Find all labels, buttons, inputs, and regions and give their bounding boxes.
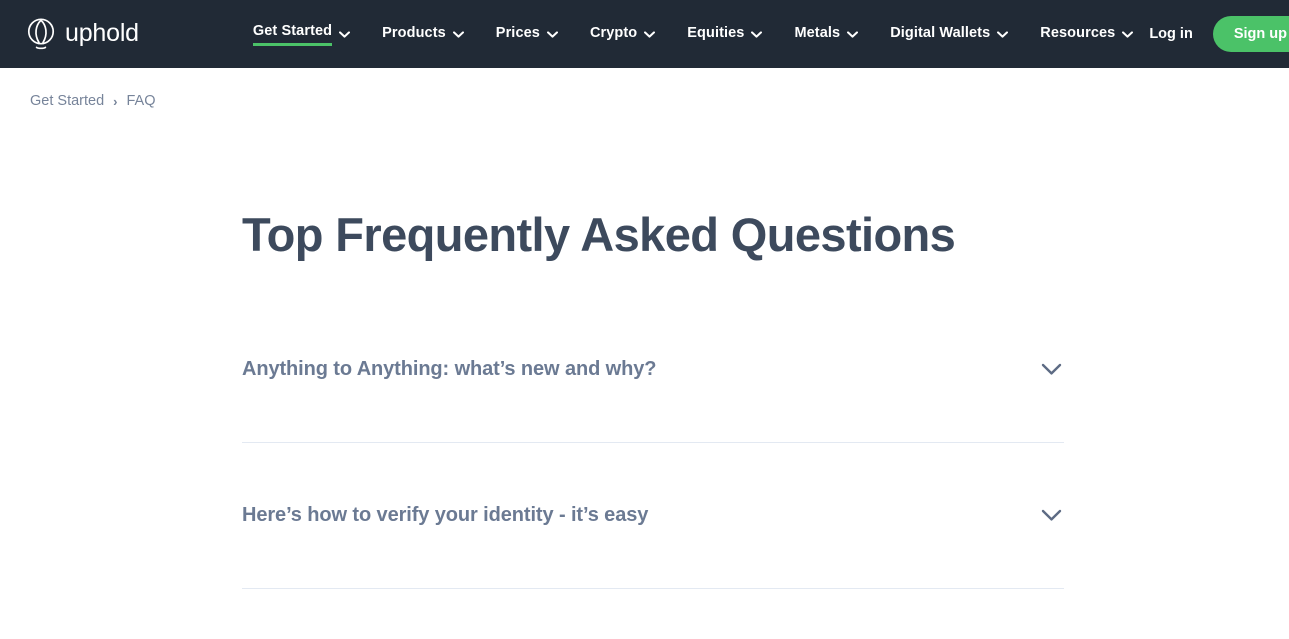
nav-item-get-started[interactable]: Get Started xyxy=(237,0,366,68)
chevron-down-icon xyxy=(546,30,558,38)
nav-item-label: Resources xyxy=(1040,25,1116,41)
chevron-down-icon xyxy=(847,30,859,38)
chevron-down-icon xyxy=(997,30,1009,38)
nav-item-prices[interactable]: Prices xyxy=(480,0,574,68)
nav-item-metals[interactable]: Metals xyxy=(778,0,874,68)
nav-item-digital-wallets[interactable]: Digital Wallets xyxy=(874,0,1024,68)
chevron-down-icon[interactable] xyxy=(1038,356,1064,382)
nav-item-label: Equities xyxy=(687,25,745,41)
site-header: uphold Get Started Products Prices Crypt… xyxy=(0,0,1289,68)
breadcrumb-item-get-started[interactable]: Get Started xyxy=(30,93,104,109)
faq-list: Anything to Anything: what’s new and why… xyxy=(242,345,1064,639)
uphold-logo-mark-icon xyxy=(26,17,56,51)
chevron-down-icon[interactable] xyxy=(1038,502,1064,528)
nav-item-label: Get Started xyxy=(252,23,333,46)
nav-item-label: Digital Wallets xyxy=(890,25,991,41)
faq-item-anything-to-anything[interactable]: Anything to Anything: what’s new and why… xyxy=(242,345,1064,394)
faq-item-verify-identity[interactable]: Here’s how to verify your identity - it’… xyxy=(242,491,1064,540)
page-title: Top Frequently Asked Questions xyxy=(242,208,956,261)
chevron-down-icon xyxy=(1122,30,1134,38)
login-link[interactable]: Log in xyxy=(1149,26,1193,42)
primary-nav: Get Started Products Prices Crypto Equit xyxy=(237,0,1149,68)
nav-item-resources[interactable]: Resources xyxy=(1024,0,1149,68)
nav-item-crypto[interactable]: Crypto xyxy=(574,0,671,68)
header-actions: Log in Sign up xyxy=(1149,16,1289,52)
chevron-down-icon xyxy=(339,30,351,38)
faq-spacer xyxy=(242,394,1064,442)
chevron-down-icon xyxy=(751,30,763,38)
signup-button[interactable]: Sign up xyxy=(1212,16,1289,52)
nav-item-label: Metals xyxy=(794,25,841,41)
nav-item-label: Prices xyxy=(495,25,540,41)
breadcrumb-item-faq[interactable]: FAQ xyxy=(127,93,156,109)
faq-spacer xyxy=(242,589,1064,637)
main-content: Top Frequently Asked Questions Anything … xyxy=(0,209,1289,639)
nav-item-label: Crypto xyxy=(589,25,638,41)
breadcrumb-separator-icon: › xyxy=(113,93,118,109)
nav-item-label: Products xyxy=(382,25,446,41)
nav-item-products[interactable]: Products xyxy=(366,0,480,68)
chevron-down-icon xyxy=(644,30,656,38)
breadcrumb: Get Started › FAQ xyxy=(0,68,1289,109)
brand-name: uphold xyxy=(65,18,139,47)
faq-question: Anything to Anything: what’s new and why… xyxy=(242,357,657,380)
faq-question: Here’s how to verify your identity - it’… xyxy=(242,503,649,526)
chevron-down-icon xyxy=(452,30,464,38)
faq-spacer xyxy=(242,540,1064,588)
brand-logo[interactable]: uphold xyxy=(26,17,139,51)
nav-item-equities[interactable]: Equities xyxy=(671,0,778,68)
faq-spacer xyxy=(242,443,1064,491)
